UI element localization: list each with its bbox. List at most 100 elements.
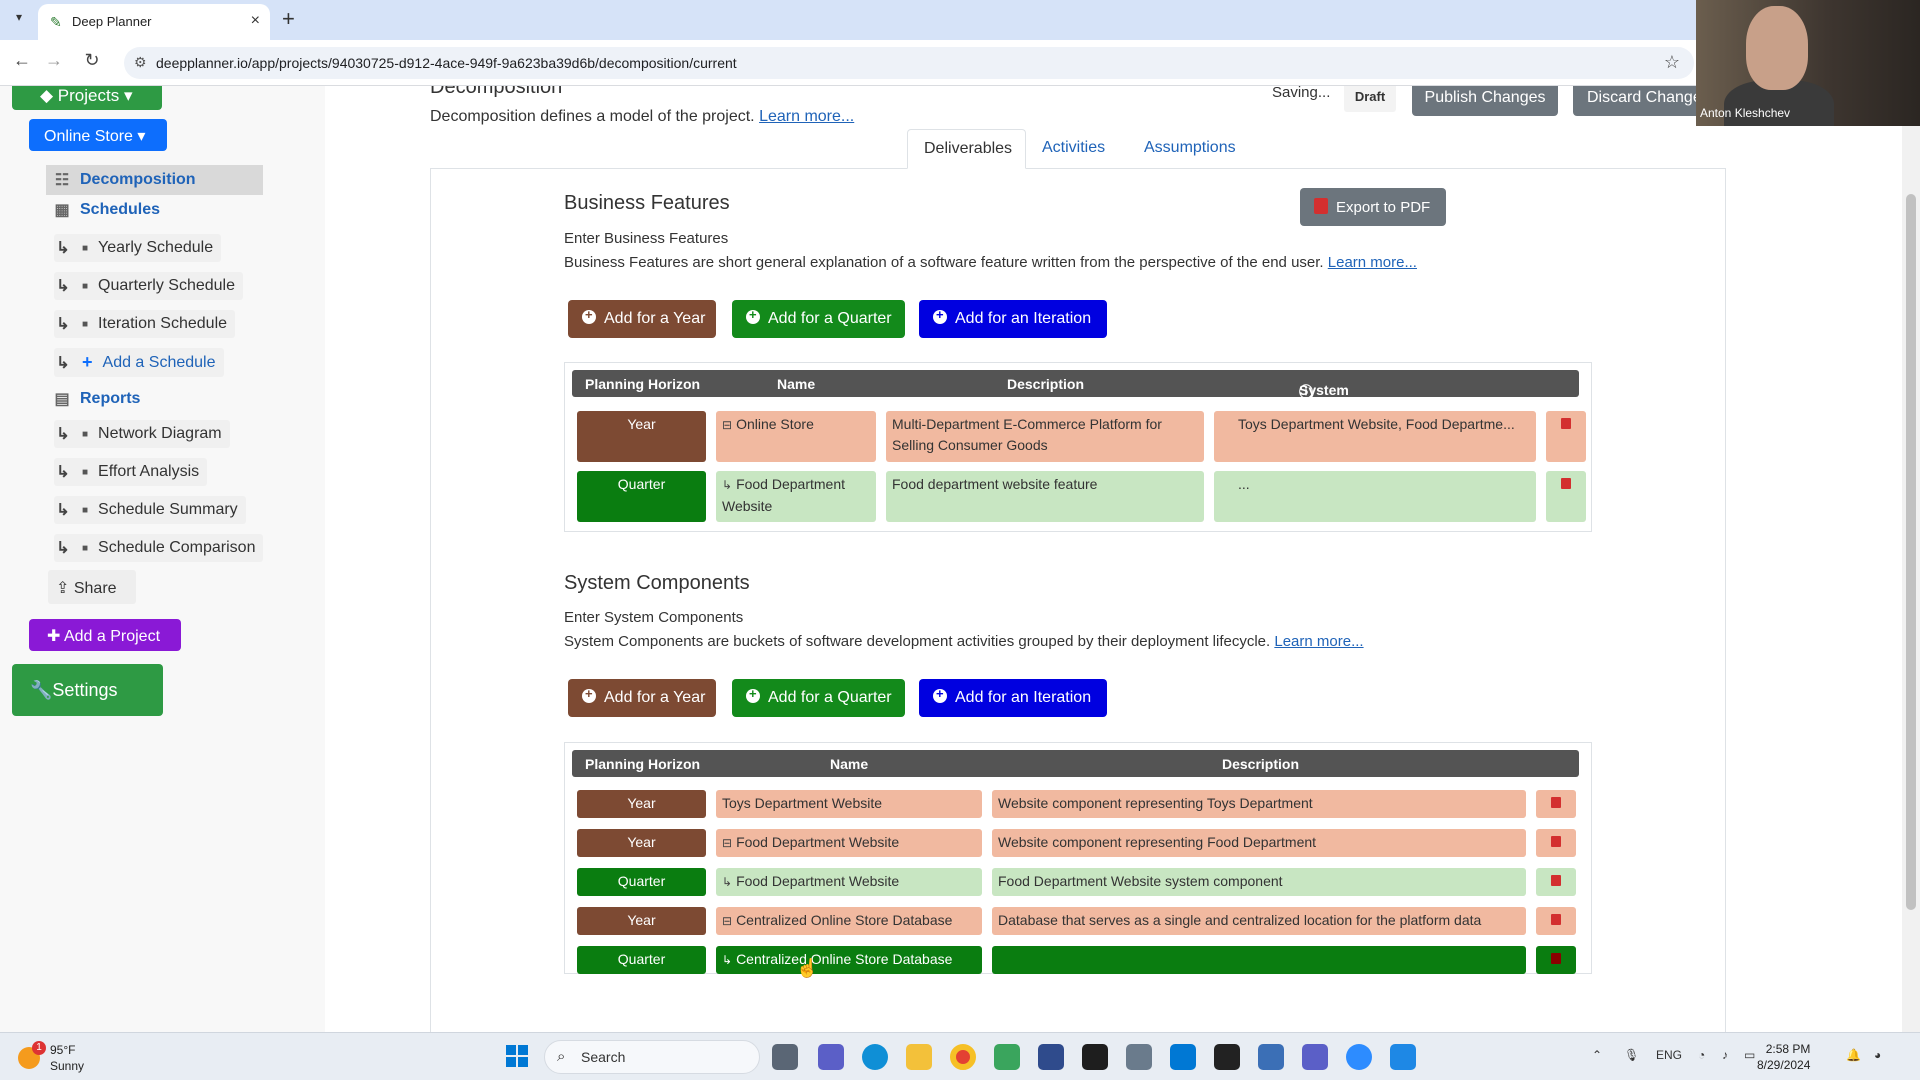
settings-button[interactable]: 🔧Settings: [12, 664, 163, 716]
teams-icon[interactable]: [818, 1044, 844, 1070]
sidebar-item-yearly-schedule[interactable]: ↳ ■ Yearly Schedule: [54, 234, 222, 262]
help-icon[interactable]: ⓘ: [1299, 382, 1313, 402]
app-icon-5[interactable]: [1390, 1044, 1416, 1070]
name-cell[interactable]: ↳ Centralized Online Store Database: [716, 946, 982, 974]
horizon-cell[interactable]: Quarter: [577, 946, 706, 974]
sidebar-item-decomposition[interactable]: ☷ Decomposition: [46, 165, 263, 195]
description-cell[interactable]: [992, 946, 1526, 974]
collapse-icon[interactable]: ⊟: [722, 418, 732, 432]
system-add-year-button[interactable]: Add for a Year: [568, 679, 716, 717]
microphone-icon[interactable]: 🎙: [1624, 1048, 1639, 1062]
name-cell[interactable]: ↳ Food Department Website: [716, 471, 876, 522]
horizon-cell[interactable]: Year: [577, 790, 706, 818]
scrollbar-thumb[interactable]: [1906, 194, 1916, 910]
discard-changes-button[interactable]: Discard Changes: [1573, 86, 1709, 116]
calculator-icon[interactable]: [1126, 1044, 1152, 1070]
tab-activities[interactable]: Activities: [1026, 129, 1121, 169]
sidebar-item-schedule-summary[interactable]: ↳ ■ Schedule Summary: [54, 496, 246, 524]
close-tab-icon[interactable]: ×: [251, 12, 260, 30]
browser-tab[interactable]: ✎ Deep Planner ×: [38, 4, 270, 40]
description-cell[interactable]: Website component representing Toys Depa…: [992, 790, 1526, 818]
sidebar-item-effort-analysis[interactable]: ↳ ■ Effort Analysis: [54, 458, 208, 486]
tab-deliverables[interactable]: Deliverables: [907, 129, 1026, 169]
delete-button[interactable]: [1546, 411, 1586, 462]
chrome-icon[interactable]: [950, 1044, 976, 1070]
delete-button[interactable]: [1536, 790, 1576, 818]
add-project-button[interactable]: ✚ Add a Project: [29, 619, 181, 651]
project-selector-button[interactable]: Online Store ▾: [29, 119, 167, 151]
task-view-icon[interactable]: [772, 1044, 798, 1070]
horizon-cell[interactable]: Quarter: [577, 868, 706, 896]
app-icon-1[interactable]: [994, 1044, 1020, 1070]
sidebar-item-schedule-comparison[interactable]: ↳ ■ Schedule Comparison: [54, 534, 264, 562]
windows-start-icon[interactable]: [506, 1045, 528, 1067]
description-cell[interactable]: Database that serves as a single and cen…: [992, 907, 1526, 935]
app-icon-3[interactable]: [1214, 1044, 1240, 1070]
description-cell[interactable]: Multi-Department E-Commerce Platform for…: [886, 411, 1204, 462]
taskbar-search[interactable]: ⌕ Search: [544, 1040, 760, 1074]
name-cell[interactable]: ⊟ Centralized Online Store Database: [716, 907, 982, 935]
delete-button[interactable]: [1546, 471, 1586, 522]
collapse-icon[interactable]: ⊟: [722, 914, 732, 928]
sidebar-item-schedules[interactable]: ▦ Schedules: [52, 200, 160, 220]
sidebar-item-reports[interactable]: ▤ Reports: [52, 389, 140, 409]
system-add-quarter-button[interactable]: Add for a Quarter: [732, 679, 905, 717]
terminal-icon[interactable]: [1082, 1044, 1108, 1070]
description-cell[interactable]: Food department website feature: [886, 471, 1204, 522]
export-to-pdf-button[interactable]: Export to PDF: [1300, 188, 1446, 226]
file-explorer-icon[interactable]: [906, 1044, 932, 1070]
business-add-year-button[interactable]: Add for a Year: [568, 300, 716, 338]
copilot-icon[interactable]: ◕: [1874, 1048, 1881, 1062]
zoom-icon[interactable]: [1346, 1044, 1372, 1070]
delete-button[interactable]: [1536, 829, 1576, 857]
tray-chevron-icon[interactable]: ⌃: [1592, 1048, 1602, 1062]
forward-arrow-icon[interactable]: →: [42, 50, 66, 71]
learn-more-link[interactable]: Learn more...: [1274, 633, 1363, 650]
delete-button[interactable]: [1536, 907, 1576, 935]
system-add-iteration-button[interactable]: Add for an Iteration: [919, 679, 1107, 717]
system-components-cell[interactable]: ...: [1214, 471, 1536, 522]
description-cell[interactable]: Website component representing Food Depa…: [992, 829, 1526, 857]
add-schedule-link[interactable]: ↳ + Add a Schedule: [54, 348, 224, 377]
clock[interactable]: 2:58 PM 8/29/2024: [1757, 1041, 1810, 1073]
bookmark-star-icon[interactable]: ☆: [1664, 52, 1680, 73]
horizon-cell[interactable]: Year: [577, 411, 706, 462]
new-tab-icon[interactable]: +: [282, 6, 295, 32]
horizon-cell[interactable]: Year: [577, 829, 706, 857]
name-cell[interactable]: Toys Department Website: [716, 790, 982, 818]
input-language[interactable]: ENG: [1656, 1048, 1682, 1062]
address-bar[interactable]: ⚙ deepplanner.io/app/projects/94030725-d…: [124, 47, 1694, 79]
business-add-quarter-button[interactable]: Add for a Quarter: [732, 300, 905, 338]
page-scrollbar[interactable]: [1902, 86, 1920, 1032]
delete-button[interactable]: [1536, 946, 1576, 974]
horizon-cell[interactable]: Year: [577, 907, 706, 935]
app-icon-2[interactable]: [1038, 1044, 1064, 1070]
wifi-icon[interactable]: ◔: [1698, 1048, 1705, 1062]
system-components-cell[interactable]: Toys Department Website, Food Departme..…: [1214, 411, 1536, 462]
site-info-icon[interactable]: ⚙: [134, 54, 147, 71]
tab-list-chevron-icon[interactable]: ▾: [8, 10, 30, 30]
name-cell[interactable]: ⊟ Online Store: [716, 411, 876, 462]
reload-icon[interactable]: ↻: [80, 50, 104, 71]
horizon-cell[interactable]: Quarter: [577, 471, 706, 522]
tab-assumptions[interactable]: Assumptions: [1128, 129, 1252, 169]
back-arrow-icon[interactable]: ←: [10, 50, 34, 71]
notification-bell-icon[interactable]: 🔔: [1846, 1048, 1861, 1062]
volume-icon[interactable]: ♪: [1722, 1048, 1728, 1062]
sidebar-item-network-diagram[interactable]: ↳ ■ Network Diagram: [54, 420, 230, 448]
learn-more-link[interactable]: Learn more...: [759, 108, 854, 125]
edge-icon[interactable]: [862, 1044, 888, 1070]
sidebar-item-quarterly-schedule[interactable]: ↳ ■ Quarterly Schedule: [54, 272, 244, 300]
app-icon-4[interactable]: [1258, 1044, 1284, 1070]
projects-button[interactable]: ◆ Projects ▾: [12, 86, 162, 110]
sidebar-item-iteration-schedule[interactable]: ↳ ■ Iteration Schedule: [54, 310, 236, 338]
business-add-iteration-button[interactable]: Add for an Iteration: [919, 300, 1107, 338]
share-button[interactable]: ⇪ Share: [48, 570, 136, 604]
delete-button[interactable]: [1536, 868, 1576, 896]
collapse-icon[interactable]: ⊟: [722, 836, 732, 850]
name-cell[interactable]: ⊟ Food Department Website: [716, 829, 982, 857]
vscode-icon[interactable]: [1170, 1044, 1196, 1070]
battery-icon[interactable]: ▭: [1744, 1048, 1755, 1062]
learn-more-link[interactable]: Learn more...: [1328, 254, 1417, 271]
name-cell[interactable]: ↳ Food Department Website: [716, 868, 982, 896]
